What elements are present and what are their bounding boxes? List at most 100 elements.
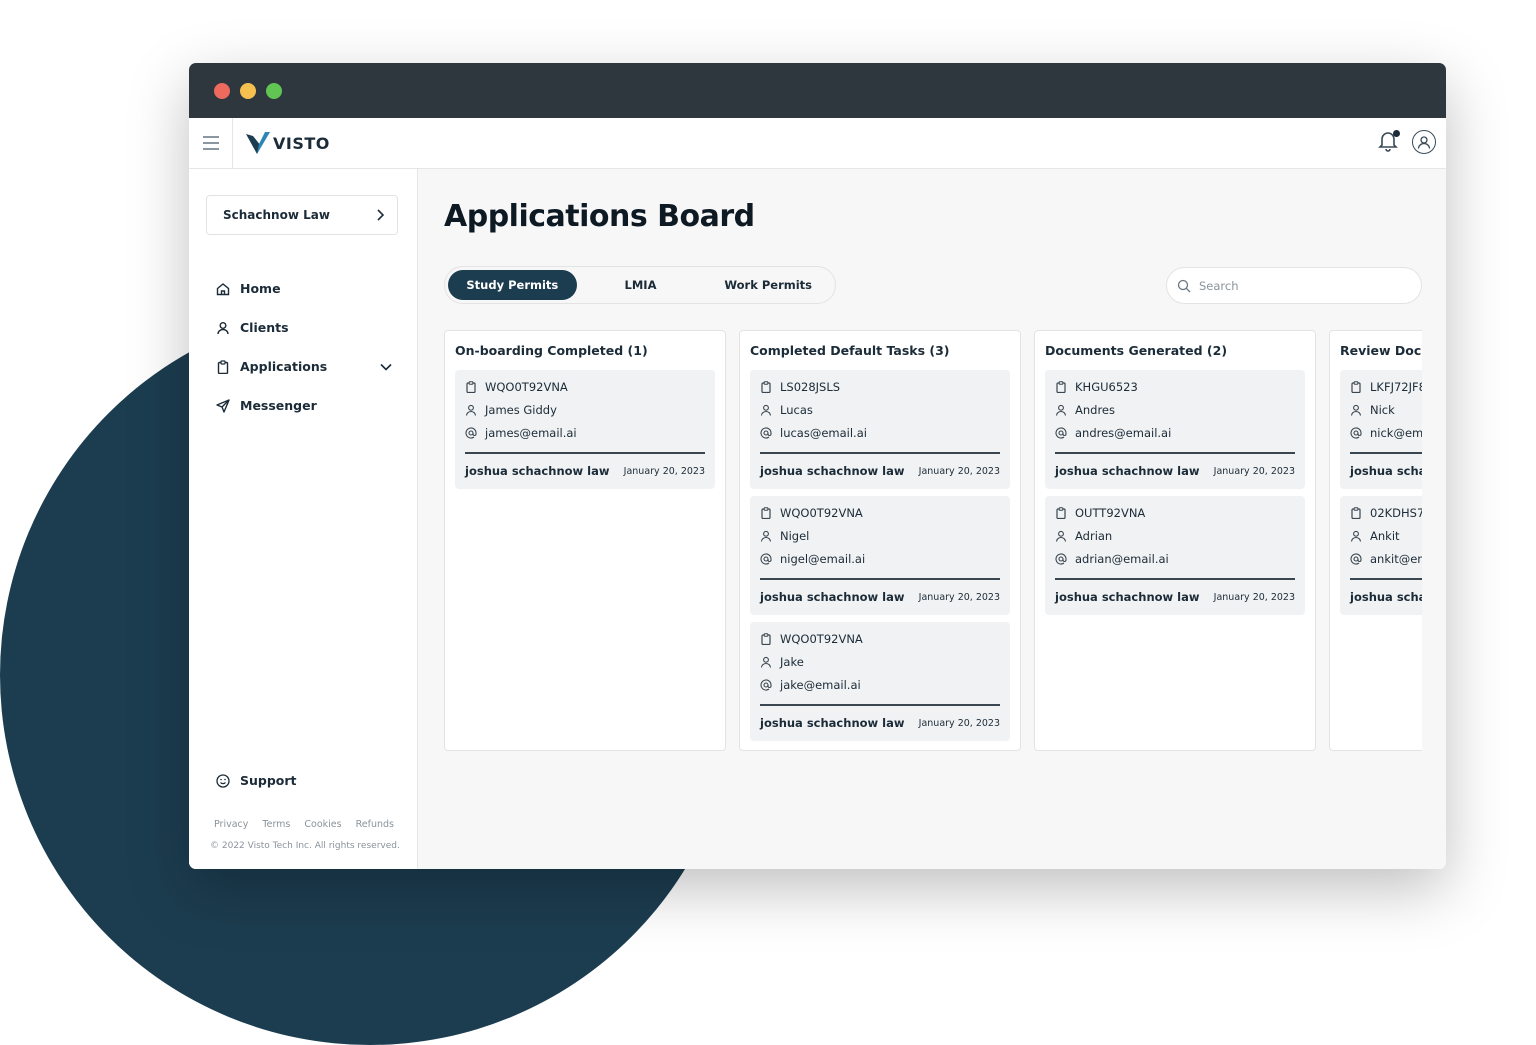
card-divider bbox=[1055, 452, 1295, 454]
sidebar-item-clients[interactable]: Clients bbox=[216, 308, 392, 347]
column-title: On-boarding Completed (1) bbox=[455, 343, 648, 358]
sidebar-item-messenger[interactable]: Messenger bbox=[216, 386, 392, 425]
footer-links: Privacy Terms Cookies Refunds bbox=[214, 819, 394, 830]
at-sign-icon bbox=[1350, 427, 1362, 439]
card-divider bbox=[760, 452, 1000, 454]
menu-icon[interactable] bbox=[189, 118, 233, 168]
clipboard-icon bbox=[216, 359, 230, 374]
card-id-row: OUTT92VNA bbox=[1055, 506, 1145, 520]
sidebar-item-label: Messenger bbox=[240, 398, 317, 413]
card-date: January 20, 2023 bbox=[918, 592, 1000, 603]
user-icon bbox=[1417, 136, 1431, 149]
application-card[interactable]: WQO0T92VNA Nigel nigel@email.ai joshua s… bbox=[750, 496, 1010, 615]
column-title: Review Docur bbox=[1340, 343, 1422, 358]
user-icon bbox=[1350, 404, 1362, 416]
chevron-right-icon bbox=[377, 209, 385, 221]
tab-study-permits[interactable]: Study Permits bbox=[448, 270, 577, 300]
notification-badge bbox=[1393, 130, 1400, 137]
at-sign-icon bbox=[1055, 553, 1067, 565]
card-email-row: nigel@email.ai bbox=[760, 552, 865, 566]
user-icon bbox=[1055, 530, 1067, 542]
card-email: lucas@email.ai bbox=[780, 426, 867, 440]
sidebar-item-label: Applications bbox=[240, 359, 328, 374]
card-divider bbox=[1055, 578, 1295, 580]
chevron-down-icon[interactable] bbox=[380, 362, 392, 372]
cookies-link[interactable]: Cookies bbox=[304, 819, 341, 830]
card-name-row: Lucas bbox=[760, 403, 813, 417]
maximize-window-button[interactable] bbox=[266, 82, 282, 99]
close-window-button[interactable] bbox=[214, 82, 230, 99]
user-icon bbox=[760, 530, 772, 542]
notifications-button[interactable] bbox=[1378, 130, 1400, 154]
send-icon bbox=[216, 398, 230, 413]
card-divider bbox=[760, 578, 1000, 580]
visto-logo[interactable]: VISTO bbox=[245, 130, 330, 156]
at-sign-icon bbox=[465, 427, 477, 439]
support-link[interactable]: Support bbox=[216, 773, 297, 788]
card-id-row: WQO0T92VNA bbox=[760, 506, 863, 520]
card-id: OUTT92VNA bbox=[1075, 506, 1146, 520]
sidebar-item-home[interactable]: Home bbox=[216, 269, 392, 308]
at-sign-icon bbox=[760, 427, 772, 439]
application-card[interactable]: OUTT92VNA Adrian adrian@email.ai joshua … bbox=[1045, 496, 1305, 615]
clipboard-icon bbox=[1055, 381, 1067, 393]
card-date: January 20, 2023 bbox=[918, 718, 1000, 729]
card-email: nick@emai bbox=[1370, 426, 1422, 440]
application-card[interactable]: KHGU6523 Andres andres@email.ai joshua s… bbox=[1045, 370, 1305, 489]
card-email: jake@email.ai bbox=[780, 678, 861, 692]
user-icon bbox=[1350, 530, 1362, 542]
tab-work-permits[interactable]: Work Permits bbox=[704, 270, 832, 300]
card-date: January 20, 2023 bbox=[1213, 466, 1295, 477]
card-firm: joshua schachnow law bbox=[760, 590, 905, 604]
card-firm: joshua schachnow law bbox=[1055, 464, 1200, 478]
window-titlebar bbox=[189, 63, 1446, 118]
user-avatar-button[interactable] bbox=[1412, 130, 1436, 154]
card-email-row: lucas@email.ai bbox=[760, 426, 867, 440]
card-name: Jake bbox=[780, 655, 804, 669]
card-divider bbox=[1350, 578, 1422, 580]
terms-link[interactable]: Terms bbox=[262, 819, 290, 830]
application-card[interactable]: WQO0T92VNA Jake jake@email.ai joshua sch… bbox=[750, 622, 1010, 741]
search-input[interactable] bbox=[1199, 278, 1399, 293]
sidebar-nav: Home Clients Applications Messenger bbox=[216, 269, 392, 425]
card-firm: joshua schachnow law bbox=[465, 464, 610, 478]
card-name-row: Jake bbox=[760, 655, 804, 669]
home-icon bbox=[216, 282, 230, 296]
organization-selector[interactable]: Schachnow Law bbox=[206, 195, 398, 235]
application-card[interactable]: LKFJ72JF8 Nick nick@emai joshua schach bbox=[1340, 370, 1422, 489]
card-id-row: LKFJ72JF8 bbox=[1350, 380, 1422, 394]
privacy-link[interactable]: Privacy bbox=[214, 819, 248, 830]
at-sign-icon bbox=[760, 553, 772, 565]
card-divider bbox=[1350, 452, 1422, 454]
user-icon bbox=[1055, 404, 1067, 416]
search-box bbox=[1166, 267, 1422, 304]
application-card[interactable]: LS028JSLS Lucas lucas@email.ai joshua sc… bbox=[750, 370, 1010, 489]
card-name: James Giddy bbox=[485, 403, 557, 417]
user-icon bbox=[216, 321, 230, 335]
card-email: ankit@em bbox=[1370, 552, 1422, 566]
tab-lmia[interactable]: LMIA bbox=[577, 270, 705, 300]
card-divider bbox=[465, 452, 705, 454]
card-email: james@email.ai bbox=[485, 426, 577, 440]
minimize-window-button[interactable] bbox=[240, 82, 256, 99]
board-column: On-boarding Completed (1) WQO0T92VNA Jam… bbox=[444, 330, 726, 751]
clipboard-icon bbox=[1055, 507, 1067, 519]
top-bar: VISTO bbox=[189, 118, 1446, 169]
permit-tabs: Study Permits LMIA Work Permits bbox=[444, 266, 836, 304]
at-sign-icon bbox=[1055, 427, 1067, 439]
card-name: Lucas bbox=[780, 403, 813, 417]
card-id: LS028JSLS bbox=[780, 380, 841, 394]
sidebar-item-applications[interactable]: Applications bbox=[216, 347, 392, 386]
clipboard-icon bbox=[760, 633, 772, 645]
application-card[interactable]: 02KDHS73 Ankit ankit@em joshua schach bbox=[1340, 496, 1422, 615]
card-name: Andres bbox=[1075, 403, 1115, 417]
column-title: Completed Default Tasks (3) bbox=[750, 343, 950, 358]
support-label: Support bbox=[240, 773, 297, 788]
card-divider bbox=[760, 704, 1000, 706]
card-id-row: LS028JSLS bbox=[760, 380, 840, 394]
card-id-row: WQO0T92VNA bbox=[760, 632, 863, 646]
refunds-link[interactable]: Refunds bbox=[356, 819, 394, 830]
application-card[interactable]: WQO0T92VNA James Giddy james@email.ai jo… bbox=[455, 370, 715, 489]
clipboard-icon bbox=[760, 507, 772, 519]
card-email: andres@email.ai bbox=[1075, 426, 1172, 440]
